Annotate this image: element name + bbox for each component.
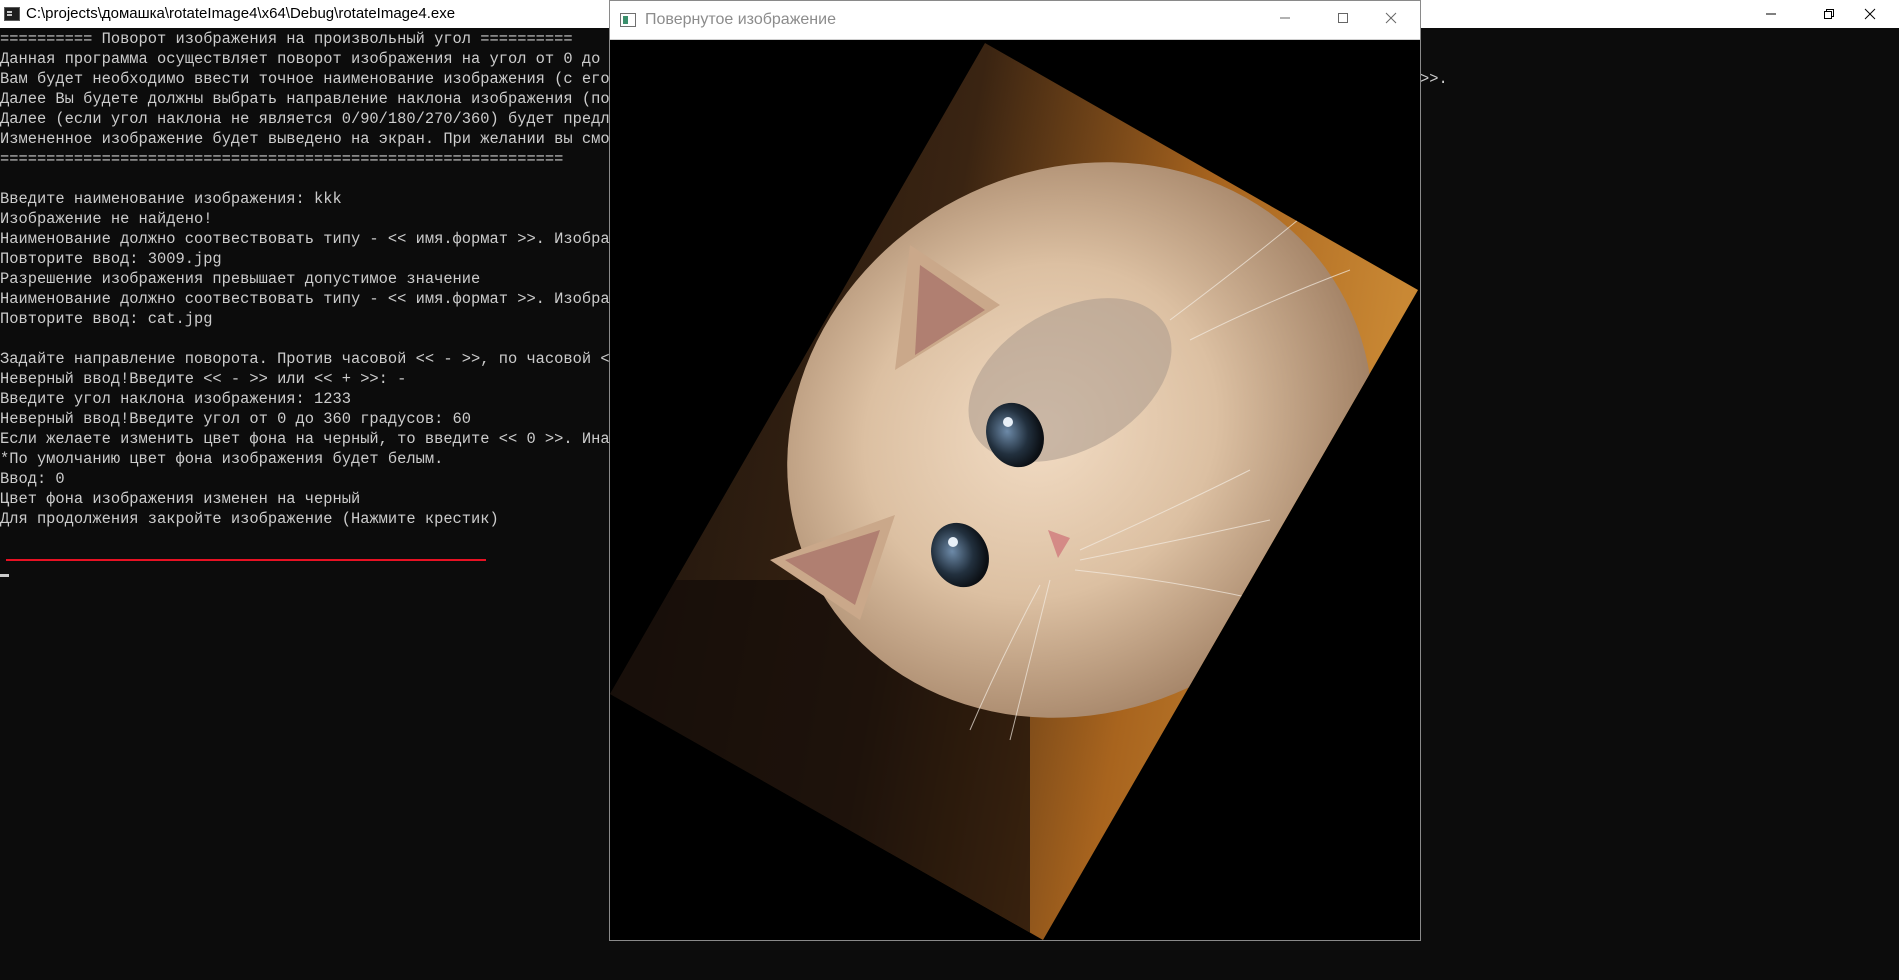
console-line: Наименование должно соотвествовать типу …	[0, 290, 629, 308]
minimize-icon	[1279, 11, 1291, 29]
console-line: Далее Вы будете должны выбрать направлен…	[0, 90, 629, 108]
console-line: Неверный ввод!Введите << - >> или << + >…	[0, 370, 407, 388]
image-window-icon	[620, 13, 636, 27]
image-close-button[interactable]	[1362, 1, 1420, 39]
console-line: ========================================…	[0, 150, 564, 168]
image-window-title: Повернутое изображение	[645, 11, 836, 28]
console-line: Повторите ввод: 3009.jpg	[0, 250, 222, 268]
image-minimize-button[interactable]	[1256, 1, 1314, 39]
close-button[interactable]	[1841, 0, 1899, 28]
image-window-titlebar[interactable]: Повернутое изображение	[610, 1, 1420, 40]
console-line: Введите наименование изображения: kkk	[0, 190, 342, 208]
console-line: Ввод: 0	[0, 470, 65, 488]
console-line: Введите угол наклона изображения: 1233	[0, 390, 351, 408]
restore-icon	[1823, 8, 1835, 20]
console-line: ========== Поворот изображения на произв…	[0, 30, 573, 48]
console-line: Цвет фона изображения изменен на черный	[0, 490, 361, 508]
console-title: C:\projects\домашка\rotateImage4\x64\Deb…	[26, 5, 456, 22]
close-icon	[1385, 11, 1397, 29]
image-window[interactable]: Повернутое изображение	[609, 0, 1421, 941]
console-line: Повторите ввод: cat.jpg	[0, 310, 213, 328]
console-line: Разрешение изображения превышает допусти…	[0, 270, 481, 288]
image-canvas	[610, 40, 1420, 940]
console-line: Неверный ввод!Введите угол от 0 до 360 г…	[0, 410, 472, 428]
console-line: Задайте направление поворота. Против час…	[0, 350, 619, 368]
console-overflow-text: >>.	[1420, 70, 1448, 88]
console-line: Далее (если угол наклона не является 0/9…	[0, 110, 629, 128]
console-line: Вам будет необходимо ввести точное наиме…	[0, 70, 629, 88]
text-cursor	[0, 574, 9, 577]
console-line: Если желаете изменить цвет фона на черны…	[0, 430, 629, 448]
maximize-icon	[1337, 11, 1349, 29]
close-icon	[1864, 8, 1876, 20]
console-line: *По умолчанию цвет фона изображения буде…	[0, 450, 444, 468]
console-line: Данная программа осуществляет поворот из…	[0, 50, 629, 68]
console-line: Изображение не найдено!	[0, 210, 213, 228]
rotated-cat-image	[610, 43, 1418, 940]
console-line: Для продолжения закройте изображение (На…	[0, 510, 499, 528]
console-line: Наименование должно соотвествовать типу …	[0, 230, 629, 248]
console-line: Измененное изображение будет выведено на…	[0, 130, 629, 148]
console-app-icon	[4, 7, 20, 21]
console-lines: ========== Поворот изображения на произв…	[0, 29, 628, 529]
minimize-icon	[1765, 8, 1777, 20]
minimize-button[interactable]	[1742, 0, 1800, 28]
red-underline-annotation	[6, 559, 486, 561]
